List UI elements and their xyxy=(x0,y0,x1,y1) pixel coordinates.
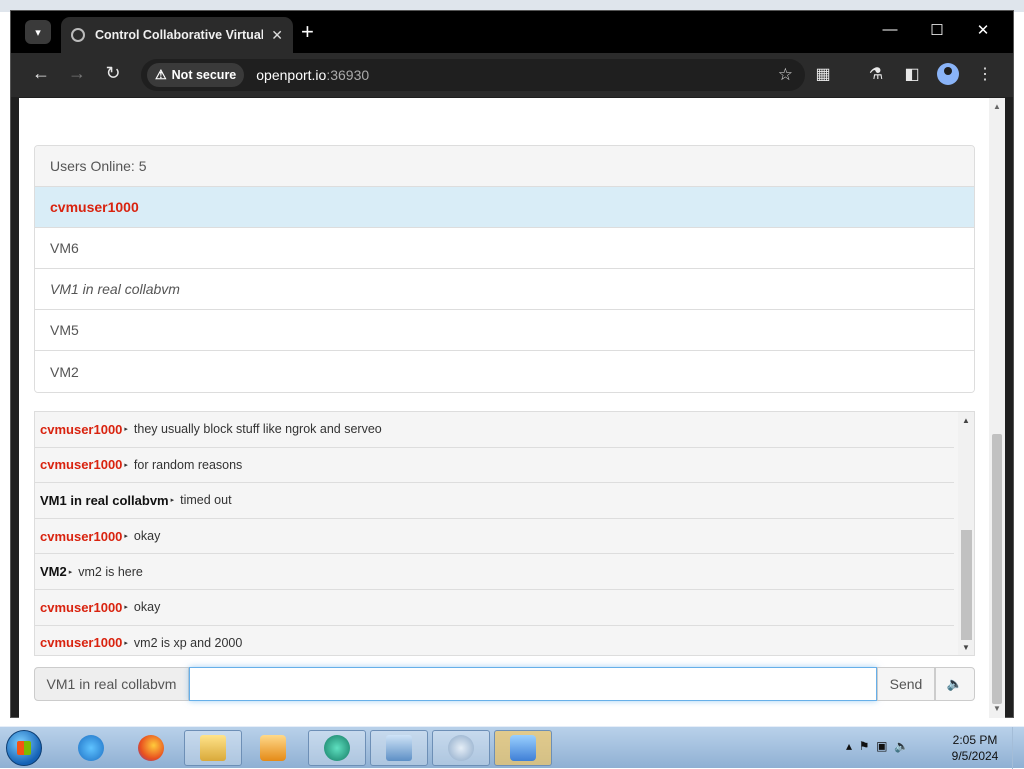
globe-icon xyxy=(71,28,85,42)
chat-username: cvmuser1000 xyxy=(40,599,123,615)
close-window-button[interactable]: ✕ xyxy=(968,21,998,39)
browser-window: ▾ Control Collaborative Virtual M ✕ + — … xyxy=(10,10,1014,718)
maximize-button[interactable]: ☐ xyxy=(922,21,952,39)
internet-explorer-icon[interactable] xyxy=(62,730,120,766)
browser-toolbar: ← → ↻ ⚠ Not secure openport.io:36930 ☆ ▦… xyxy=(11,53,1013,97)
username-label[interactable]: VM1 in real collabvm xyxy=(34,667,189,701)
chat-message: VM2 ▸ vm2 is here xyxy=(35,554,954,590)
users-list: cvmuser1000 VM6 VM1 in real collabvm VM5 VM2 xyxy=(35,187,974,392)
chat-message: cvmuser1000 ▸ okay xyxy=(35,519,954,555)
chat-separator-icon: ▸ xyxy=(170,497,175,505)
chat-text: okay xyxy=(133,600,161,615)
chat-separator-icon: ▸ xyxy=(124,426,128,434)
chat-scroll-down-icon[interactable]: ▼ xyxy=(958,643,974,652)
app-infinity-icon[interactable] xyxy=(494,730,552,766)
chat-username: VM2 xyxy=(40,564,67,580)
security-chip[interactable]: ⚠ Not secure xyxy=(147,63,245,87)
send-button[interactable]: Send xyxy=(877,667,935,701)
tab-search-button[interactable]: ▾ xyxy=(25,20,51,44)
chat-text: they usually block stuff like ngrok and … xyxy=(133,422,382,437)
page-scrollbar[interactable]: ▲ ▼ xyxy=(989,98,1005,718)
chat-username: cvmuser1000 xyxy=(40,457,123,473)
address-bar[interactable]: ⚠ Not secure openport.io:36930 ☆ xyxy=(141,59,805,91)
chat-text: okay xyxy=(133,529,161,544)
page-viewport: Users Online: 5 cvmuser1000 VM6 VM1 in rea… xyxy=(19,98,1005,718)
chat-scrollbar[interactable]: ▲ ▼ xyxy=(958,412,974,655)
url-host: openport.io xyxy=(256,67,327,83)
tab-strip: ▾ Control Collaborative Virtual M ✕ + — … xyxy=(11,11,1013,53)
chat-separator-icon: ▸ xyxy=(124,533,128,541)
reload-button[interactable]: ↻ xyxy=(101,63,125,84)
user-row[interactable]: VM1 in real collabvm xyxy=(35,269,974,310)
clock-date: 9/5/2024 xyxy=(951,749,999,763)
labs-flask-icon[interactable]: ⚗ xyxy=(864,64,888,84)
chat-separator-icon: ▸ xyxy=(124,461,128,469)
chat-text: vm2 is here xyxy=(78,564,143,579)
url-port: :36930 xyxy=(326,67,370,83)
page-scroll-thumb[interactable] xyxy=(992,434,1002,704)
close-tab-icon[interactable]: ✕ xyxy=(271,27,283,44)
bookmark-star-icon[interactable]: ☆ xyxy=(778,65,793,85)
chat-message: cvmuser1000 ▸ they usually block stuff lik… xyxy=(35,412,954,448)
chat-text: timed out xyxy=(180,493,232,508)
system-tray[interactable]: ▴ ⚑ ▣ 🔈 xyxy=(846,739,909,753)
chat-separator-icon: ▸ xyxy=(68,568,73,576)
chat-scroll-up-icon[interactable]: ▲ xyxy=(958,416,974,425)
chat-input-group: VM1 in real collabvm Send 🔈 xyxy=(34,667,975,701)
media-player-icon[interactable] xyxy=(244,730,302,766)
side-panel-icon[interactable]: ◧ xyxy=(900,64,924,84)
scroll-up-icon[interactable]: ▲ xyxy=(989,102,1005,111)
minimize-button[interactable]: — xyxy=(875,21,905,38)
show-desktop-button[interactable] xyxy=(1012,727,1024,769)
windows-taskbar: ▴ ⚑ ▣ 🔈 2:05 PM 9/5/2024 xyxy=(0,726,1024,769)
vm-viewer-icon[interactable] xyxy=(308,730,366,766)
chat-message: cvmuser1000 ▸ for random reasons xyxy=(35,448,954,484)
warning-icon: ⚠ xyxy=(155,67,167,82)
system-tool-icon[interactable] xyxy=(432,730,490,766)
user-row[interactable]: VM2 xyxy=(35,351,974,392)
volume-icon[interactable]: 🔈 xyxy=(935,667,975,701)
back-button[interactable]: ← xyxy=(29,63,53,84)
user-row[interactable]: cvmuser1000 xyxy=(35,187,974,228)
chat-scroll-thumb[interactable] xyxy=(961,530,972,640)
chat-username: cvmuser1000 xyxy=(40,528,123,544)
control-panel-icon[interactable] xyxy=(370,730,428,766)
firefox-icon[interactable] xyxy=(122,730,180,766)
start-button[interactable] xyxy=(6,730,42,766)
chat-separator-icon: ▸ xyxy=(124,604,128,612)
new-tab-button[interactable]: + xyxy=(301,21,314,43)
tab-title: Control Collaborative Virtual M xyxy=(95,28,264,42)
online-users-panel: Users Online: 5 cvmuser1000 VM6 VM1 in rea… xyxy=(34,145,975,393)
user-row[interactable]: VM6 xyxy=(35,228,974,269)
clock-time: 2:05 PM xyxy=(952,733,998,747)
forward-button[interactable]: → xyxy=(65,63,89,84)
chat-input[interactable] xyxy=(189,667,877,701)
chat-text: vm2 is xp and 2000 xyxy=(133,635,243,650)
chat-message: cvmuser1000 ▸ okay xyxy=(35,590,954,626)
chat-message: VM1 in real collabvm ▸ timed out xyxy=(35,483,954,519)
chat-username: cvmuser1000 xyxy=(40,635,123,651)
users-online-heading: Users Online: 5 xyxy=(35,146,974,187)
chat-username: cvmuser1000 xyxy=(40,421,123,437)
taskbar-clock[interactable]: 2:05 PM 9/5/2024 xyxy=(944,732,1006,764)
chat-separator-icon: ▸ xyxy=(124,639,128,647)
security-label: Not secure xyxy=(171,68,237,82)
menu-kebab-icon[interactable]: ⋮ xyxy=(973,64,997,84)
tab-active[interactable]: Control Collaborative Virtual M ✕ xyxy=(61,17,293,53)
profile-avatar-icon[interactable] xyxy=(937,63,959,85)
user-row[interactable]: VM5 xyxy=(35,310,974,351)
chat-message: cvmuser1000 ▸ vm2 is xp and 2000 xyxy=(35,626,954,655)
file-explorer-icon[interactable] xyxy=(184,730,242,766)
chat-messages: cvmuser1000 ▸ they usually block stuff lik… xyxy=(35,412,974,655)
extensions-icon[interactable]: ▦ xyxy=(811,64,835,84)
chat-username: VM1 in real collabvm xyxy=(40,492,169,508)
scroll-down-icon[interactable]: ▼ xyxy=(989,704,1005,713)
url-text: openport.io:36930 xyxy=(256,67,369,83)
chat-text: for random reasons xyxy=(133,457,243,472)
chat-panel[interactable]: cvmuser1000 ▸ they usually block stuff lik… xyxy=(34,411,975,656)
